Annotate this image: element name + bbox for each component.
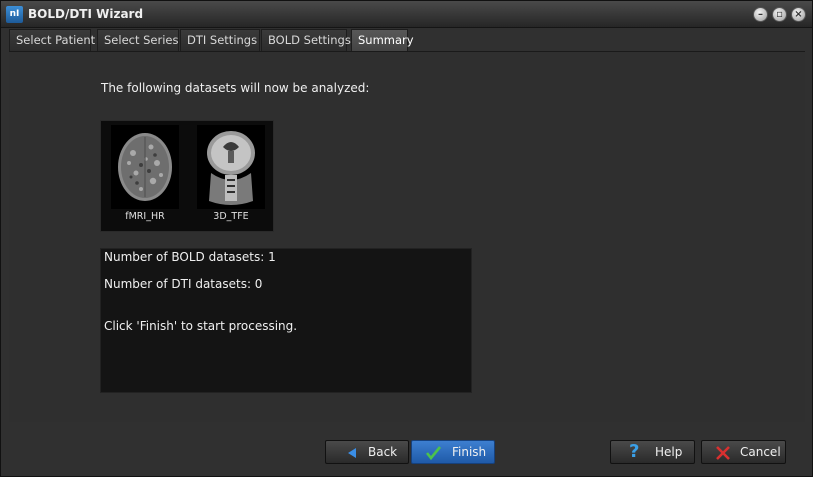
dataset-thumbnails: fMRI_HR 3D_TFE: [100, 120, 274, 232]
help-button[interactable]: ? Help: [610, 440, 695, 464]
dataset-thumbnail[interactable]: fMRI_HR: [107, 123, 183, 231]
app-logo-icon: nI: [6, 6, 23, 23]
bold-count-text: Number of BOLD datasets: 1: [104, 250, 276, 264]
title-bar[interactable]: nI BOLD/DTI Wizard – ▫ ×: [1, 1, 812, 28]
coronal-brain-scan-icon: [197, 125, 265, 209]
cancel-button-label: Cancel: [740, 445, 781, 459]
back-arrow-icon: [348, 448, 356, 458]
cancel-x-icon: [716, 446, 730, 460]
tab-select-series[interactable]: Select Series: [97, 29, 179, 51]
dataset-label: fMRI_HR: [125, 211, 165, 222]
tab-select-patient[interactable]: Select Patient: [9, 29, 95, 51]
back-button[interactable]: Back: [325, 440, 409, 464]
question-mark-icon: ?: [629, 441, 640, 462]
maximize-icon: ▫: [776, 9, 783, 20]
close-icon: ×: [794, 9, 803, 20]
tab-bold-settings[interactable]: BOLD Settings: [261, 29, 351, 51]
minimize-icon: –: [758, 9, 763, 20]
dataset-label: 3D_TFE: [213, 211, 249, 222]
tab-summary[interactable]: Summary: [351, 29, 414, 51]
summary-info-box: Number of BOLD datasets: 1 Number of DTI…: [100, 248, 472, 393]
dti-count-text: Number of DTI datasets: 0: [104, 277, 263, 291]
checkmark-icon: [425, 446, 442, 461]
tab-dti-settings[interactable]: DTI Settings: [180, 29, 260, 51]
instruction-text: Click 'Finish' to start processing.: [104, 319, 298, 333]
close-button[interactable]: ×: [791, 7, 806, 22]
wizard-window: nI BOLD/DTI Wizard – ▫ × Select Patient …: [0, 0, 813, 477]
axial-brain-scan-icon: [111, 125, 179, 209]
cancel-button[interactable]: Cancel: [701, 440, 786, 464]
finish-button[interactable]: Finish: [411, 440, 495, 464]
help-button-label: Help: [655, 445, 683, 459]
dataset-thumbnail[interactable]: 3D_TFE: [193, 123, 269, 231]
intro-text: The following datasets will now be analy…: [101, 81, 370, 95]
finish-button-label: Finish: [452, 445, 487, 459]
window-title: BOLD/DTI Wizard: [28, 7, 144, 21]
maximize-button[interactable]: ▫: [772, 7, 787, 22]
minimize-button[interactable]: –: [753, 7, 768, 22]
back-button-label: Back: [368, 445, 398, 459]
